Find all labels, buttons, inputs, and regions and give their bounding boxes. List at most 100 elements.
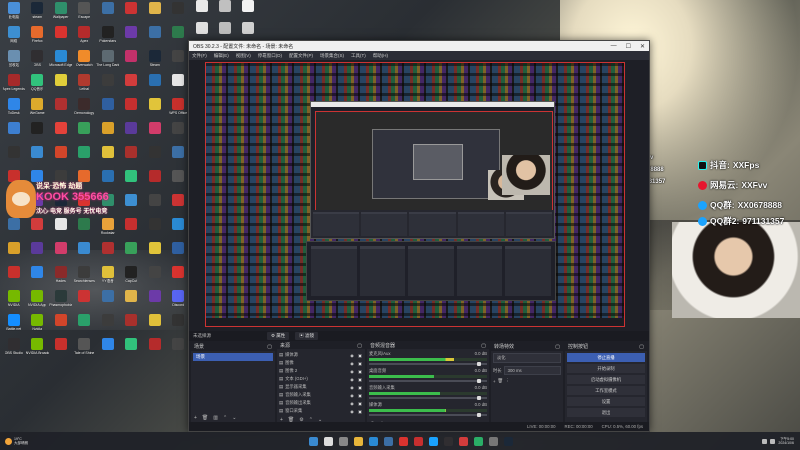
obs-icon[interactable] [444, 436, 454, 446]
desktop-icon[interactable] [26, 122, 50, 146]
desktop-icon[interactable] [167, 122, 191, 146]
source-item[interactable]: ▤ 音频输入采集 ◉ ▣ [279, 391, 363, 399]
desktop-icon[interactable] [96, 74, 120, 98]
desktop-icon[interactable]: NVIDIA Broadcast [26, 338, 50, 362]
desktop-icon[interactable] [120, 242, 144, 266]
desktop-icon[interactable] [213, 0, 236, 22]
minimize-icon[interactable]: — [611, 43, 617, 50]
desktop-icon[interactable]: Searchlenses [73, 266, 97, 290]
desktop-icon[interactable]: 此电脑 [2, 2, 26, 26]
desktop-icon[interactable]: Firefox [26, 26, 50, 50]
lock-icon[interactable]: ▣ [357, 393, 363, 398]
add-scene-icon[interactable]: + [194, 415, 197, 421]
delete-scene-icon[interactable]: 🗑 [202, 415, 208, 421]
desktop-icon[interactable] [96, 290, 120, 314]
volume-slider[interactable] [369, 396, 487, 400]
desktop-icon[interactable]: Apex [73, 26, 97, 50]
lock-icon[interactable]: ▣ [357, 409, 363, 414]
desktop-icon[interactable] [120, 122, 144, 146]
desktop-icon[interactable]: WPS Office [167, 98, 191, 122]
desktop-icon[interactable] [26, 242, 50, 266]
desktop-icon[interactable] [120, 290, 144, 314]
menu-item[interactable]: 视图(V) [236, 53, 251, 59]
visibility-icon[interactable]: ◉ [349, 401, 355, 406]
slider-knob[interactable] [477, 396, 482, 400]
desktop-icon[interactable] [26, 266, 50, 290]
chrome-icon[interactable] [399, 436, 409, 446]
desktop-icon[interactable]: Microsoft Edge [49, 50, 73, 74]
desktop-icon[interactable] [49, 74, 73, 98]
obs-preview[interactable] [205, 62, 625, 327]
desktop-icon[interactable] [96, 146, 120, 170]
properties-button[interactable]: ⚙ 属性 [267, 332, 290, 340]
volume-slider[interactable] [369, 362, 487, 366]
desktop-icon[interactable]: NVIDIA [2, 290, 26, 314]
desktop-icon[interactable]: Overwatch [73, 50, 97, 74]
desktop-icon[interactable]: 回收站 [2, 50, 26, 74]
visibility-icon[interactable]: ◉ [349, 409, 355, 414]
desktop-icon[interactable]: Battle.net [2, 314, 26, 338]
desktop-icon[interactable] [49, 338, 73, 362]
desktop-icon[interactable]: Discord [167, 290, 191, 314]
desktop-icon[interactable] [2, 122, 26, 146]
desktop-icon[interactable] [49, 242, 73, 266]
desktop-icon[interactable] [236, 0, 259, 22]
desktop-icon[interactable] [49, 122, 73, 146]
desktop-icon[interactable] [49, 98, 73, 122]
visibility-icon[interactable]: ◉ [349, 393, 355, 398]
add-transition-icon[interactable]: + [493, 379, 496, 384]
lock-icon[interactable]: ▣ [357, 353, 363, 358]
desktop-icon[interactable]: Pokerstars [96, 26, 120, 50]
filters-button[interactable]: ▣ 滤镜 [295, 332, 319, 340]
slider-knob[interactable] [477, 379, 482, 383]
maximize-icon[interactable]: ☐ [626, 43, 631, 50]
visibility-icon[interactable]: ◉ [349, 385, 355, 390]
desktop-icon[interactable]: CapCut [120, 266, 144, 290]
delete-transition-icon[interactable]: 🗑 [498, 378, 503, 384]
search-icon[interactable] [324, 436, 334, 446]
desktop-icon[interactable] [143, 290, 167, 314]
store-icon[interactable] [384, 436, 394, 446]
desktop-icon[interactable]: Steam [143, 50, 167, 74]
visibility-icon[interactable]: ◉ [349, 377, 355, 382]
desktop-icon[interactable]: YY语音 [96, 266, 120, 290]
visibility-icon[interactable]: ◉ [349, 369, 355, 374]
menu-item[interactable]: 工具(T) [351, 53, 366, 59]
desktop-icon[interactable] [96, 242, 120, 266]
desktop-icon[interactable] [167, 338, 191, 362]
desktop-icon[interactable] [120, 50, 144, 74]
desktop-icon[interactable] [120, 194, 144, 218]
lock-icon[interactable]: ▣ [357, 369, 363, 374]
menu-item[interactable]: 配置文件(P) [289, 53, 313, 59]
desktop-icon[interactable] [73, 146, 97, 170]
explorer-icon[interactable] [354, 436, 364, 446]
desktop-icon[interactable] [120, 338, 144, 362]
desktop-icon[interactable]: Apex Legends [2, 74, 26, 98]
control-button[interactable]: 启动虚拟摄像机 [567, 375, 645, 384]
desktop-icon[interactable] [143, 74, 167, 98]
dock-menu-icon[interactable]: ▢ [267, 344, 272, 350]
menu-item[interactable]: 文件(F) [192, 53, 207, 59]
desktop-icon[interactable] [167, 2, 191, 26]
wechat-icon[interactable] [474, 436, 484, 446]
desktop-icon[interactable]: OBS Studio [2, 338, 26, 362]
desktop-icon[interactable] [167, 50, 191, 74]
desktop-icon[interactable] [167, 218, 191, 242]
app-gray-icon[interactable] [489, 436, 499, 446]
move-up-icon[interactable]: ⌃ [223, 415, 227, 421]
desktop-icon[interactable] [49, 146, 73, 170]
source-item[interactable]: ▤ 显示器采集 ◉ ▣ [279, 383, 363, 391]
windows-start-icon[interactable] [309, 436, 319, 446]
lock-icon[interactable]: ▣ [357, 377, 363, 382]
qq-icon[interactable] [429, 436, 439, 446]
visibility-icon[interactable]: ◉ [349, 353, 355, 358]
desktop-icon[interactable]: Tale of Shine [73, 338, 97, 362]
desktop-icon[interactable] [143, 2, 167, 26]
transition-menu-icon[interactable]: ⋮ [505, 378, 509, 384]
desktop-icon[interactable]: Hades [49, 266, 73, 290]
lock-icon[interactable]: ▣ [357, 385, 363, 390]
desktop-icon[interactable] [2, 146, 26, 170]
menu-item[interactable]: 编辑(E) [214, 53, 229, 59]
volume-slider[interactable] [369, 379, 487, 383]
obs-titlebar[interactable]: OBS 30.2.3 - 配置文件: 未命名 - 场景: 未命名 — ☐ ✕ [189, 41, 649, 51]
